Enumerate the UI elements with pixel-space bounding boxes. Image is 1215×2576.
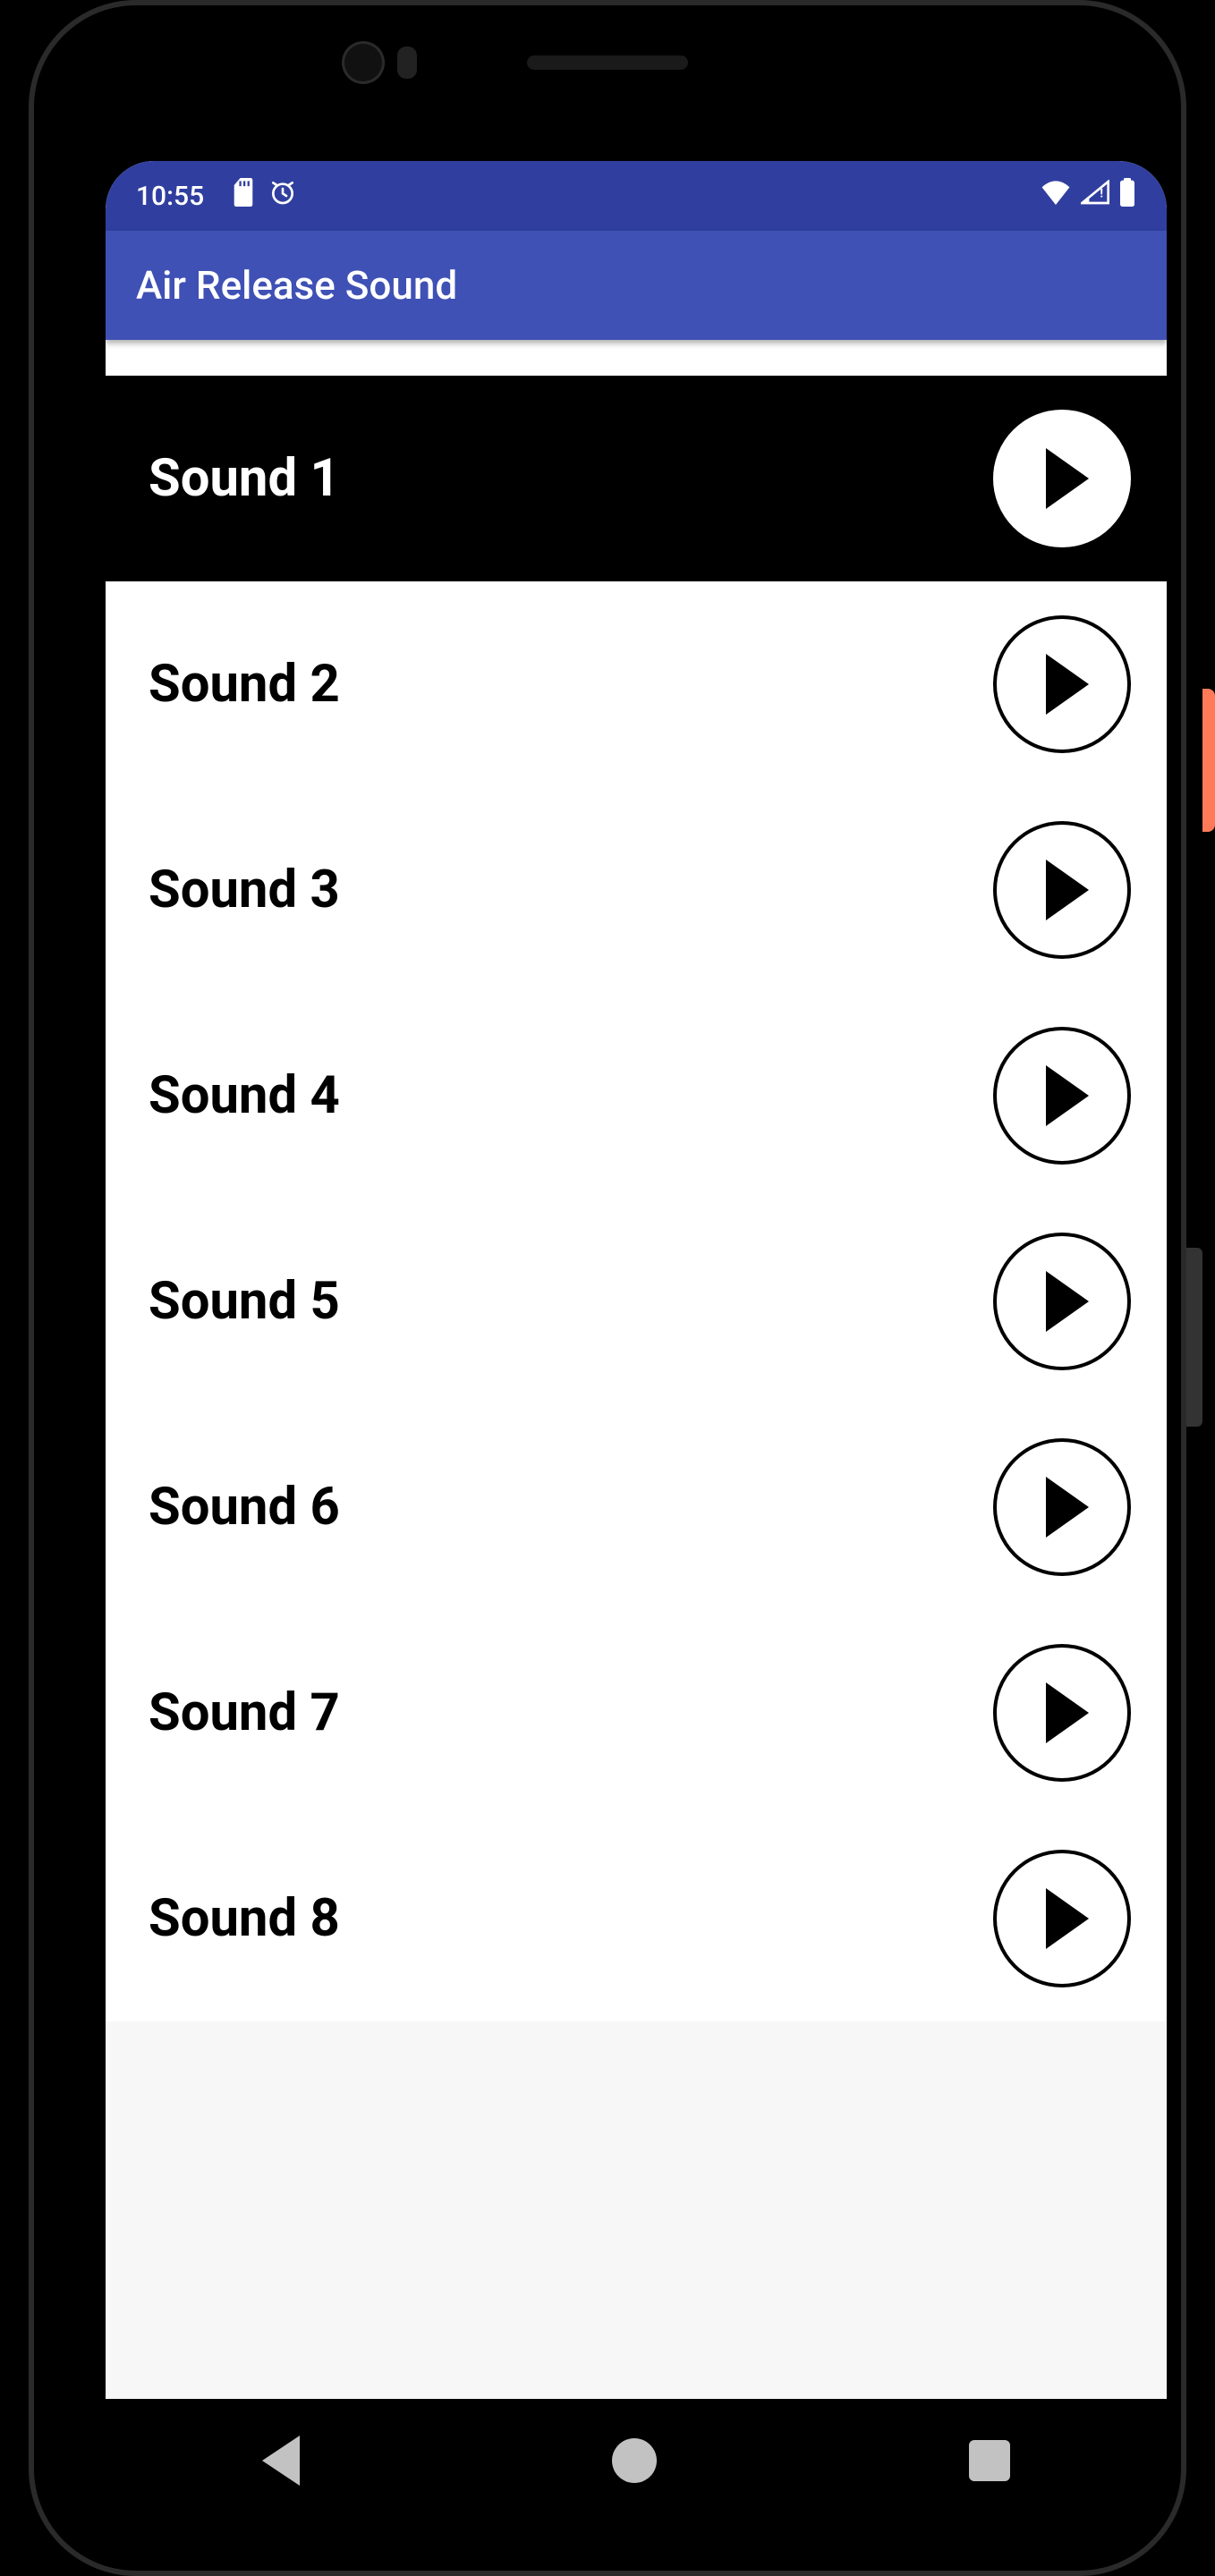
- alarm-icon: [268, 178, 297, 214]
- svg-text:!: !: [1100, 187, 1103, 200]
- sound-row[interactable]: Sound 6: [106, 1404, 1167, 1610]
- sound-label: Sound 2: [149, 654, 993, 715]
- list-top-spacer: [106, 340, 1167, 376]
- play-icon: [1046, 1888, 1089, 1949]
- sound-list[interactable]: Sound 1 Sound 2 Sound 3 Sound 4 Sound 5 Sound…: [106, 376, 1167, 2021]
- sound-row[interactable]: Sound 8: [106, 1816, 1167, 2021]
- phone-power-button: [1202, 689, 1215, 832]
- screen: 10:55 ! Air: [106, 161, 1167, 2399]
- sound-label: Sound 7: [149, 1682, 993, 1743]
- content-area[interactable]: Sound 1 Sound 2 Sound 3 Sound 4 Sound 5 Sound…: [106, 340, 1167, 2399]
- play-button[interactable]: [993, 1438, 1131, 1576]
- status-time: 10:55: [136, 181, 204, 212]
- sd-card-icon: [231, 178, 256, 214]
- play-button[interactable]: [993, 410, 1131, 547]
- sound-row[interactable]: Sound 2: [106, 581, 1167, 787]
- play-button[interactable]: [993, 615, 1131, 753]
- battery-icon: [1118, 178, 1136, 214]
- play-icon: [1046, 1477, 1089, 1538]
- play-icon: [1046, 448, 1089, 509]
- sound-row[interactable]: Sound 1: [106, 376, 1167, 581]
- play-icon: [1046, 1682, 1089, 1743]
- sound-label: Sound 8: [149, 1888, 993, 1949]
- phone-frame: 10:55 ! Air: [29, 0, 1186, 2576]
- phone-speaker: [527, 55, 688, 70]
- phone-volume-button: [1186, 1248, 1202, 1427]
- sound-row[interactable]: Sound 5: [106, 1199, 1167, 1404]
- sound-label: Sound 6: [149, 1477, 993, 1538]
- play-button[interactable]: [993, 1233, 1131, 1370]
- sound-row[interactable]: Sound 3: [106, 787, 1167, 993]
- nav-recent-button[interactable]: [969, 2440, 1010, 2481]
- play-icon: [1046, 1271, 1089, 1332]
- sound-label: Sound 3: [149, 860, 993, 920]
- play-button[interactable]: [993, 1027, 1131, 1165]
- phone-sensor: [397, 47, 417, 79]
- signal-icon: !: [1081, 180, 1109, 212]
- nav-home-button[interactable]: [612, 2438, 657, 2483]
- nav-back-button[interactable]: [262, 2436, 300, 2486]
- play-button[interactable]: [993, 821, 1131, 959]
- sound-label: Sound 1: [149, 448, 993, 509]
- sound-row[interactable]: Sound 7: [106, 1610, 1167, 1816]
- play-button[interactable]: [993, 1644, 1131, 1782]
- sound-label: Sound 5: [149, 1271, 993, 1332]
- play-button[interactable]: [993, 1850, 1131, 1987]
- play-icon: [1046, 1065, 1089, 1126]
- status-bar: 10:55 !: [106, 161, 1167, 231]
- wifi-icon: [1040, 180, 1072, 212]
- app-title: Air Release Sound: [136, 262, 457, 309]
- sound-label: Sound 4: [149, 1065, 993, 1126]
- android-nav-bar: [106, 2408, 1167, 2513]
- sound-row[interactable]: Sound 4: [106, 993, 1167, 1199]
- app-bar: Air Release Sound: [106, 231, 1167, 340]
- play-icon: [1046, 654, 1089, 715]
- play-icon: [1046, 860, 1089, 920]
- phone-camera: [342, 41, 385, 84]
